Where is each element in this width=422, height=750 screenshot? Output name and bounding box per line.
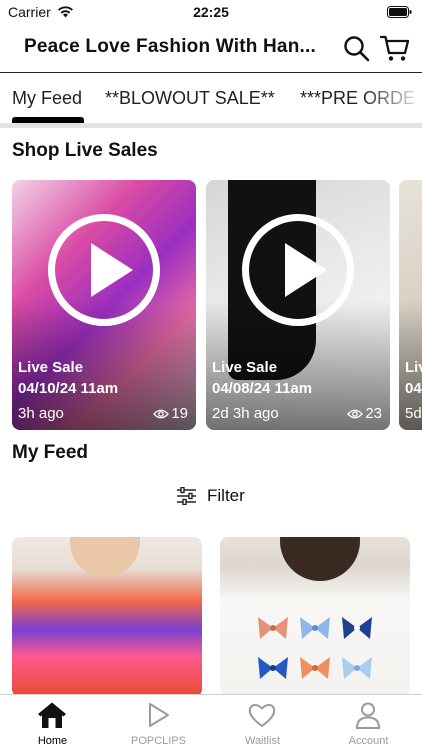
filter-button[interactable]: Filter (176, 486, 245, 506)
live-sales-heading: Shop Live Sales (12, 140, 158, 161)
product-card[interactable] (220, 537, 410, 697)
status-time: 22:25 (193, 4, 229, 20)
live-sale-card[interactable]: Liv 04/ 5d (399, 180, 422, 430)
view-count: 19 (153, 405, 188, 422)
play-icon[interactable] (48, 214, 160, 326)
tab-home-label: Home (37, 735, 68, 747)
tab-popclips-label: POPCLIPS (130, 735, 187, 747)
product-photo (280, 537, 360, 581)
bow-graphic (300, 617, 330, 639)
cart-icon[interactable] (380, 34, 410, 62)
live-sale-label: Live Sale (18, 359, 84, 376)
live-sale-ago: 3h ago (18, 405, 64, 422)
eye-icon (347, 409, 364, 418)
bow-graphic (258, 617, 288, 639)
tab-blowout-sale[interactable]: **BLOWOUT SALE** (105, 88, 275, 109)
view-count-value: 19 (171, 405, 188, 422)
product-card[interactable] (12, 537, 202, 697)
store-title: Peace Love Fashion With Han... (24, 36, 316, 57)
live-sale-date: 04/10/24 11am (18, 380, 119, 397)
live-sale-date: 04/08/24 11am (212, 380, 313, 397)
view-count: 23 (347, 405, 382, 422)
category-tabs: My Feed **BLOWOUT SALE** ***PRE ORDE (0, 73, 422, 123)
live-sale-ago: 5d (405, 405, 422, 422)
bottom-tab-bar: Home POPCLIPS Waitlist Account (0, 694, 422, 750)
tab-home[interactable]: Home (0, 695, 105, 750)
heart-icon (248, 704, 276, 727)
person-icon (356, 702, 380, 729)
tab-waitlist-label: Waitlist (244, 735, 281, 747)
status-bar: Carrier 22:25 (0, 0, 422, 26)
bow-graphic (300, 657, 330, 679)
tab-my-feed[interactable]: My Feed (12, 88, 82, 109)
live-sale-ago: 2d 3h ago (212, 405, 279, 422)
live-sale-label: Liv (405, 359, 422, 376)
live-sale-label: Live Sale (212, 359, 278, 376)
view-count-value: 23 (365, 405, 382, 422)
my-feed-heading: My Feed (12, 442, 89, 463)
tab-popclips[interactable]: POPCLIPS (106, 695, 211, 750)
tabs-divider (0, 123, 422, 128)
eye-icon (153, 409, 170, 418)
bow-graphic (258, 657, 288, 679)
search-icon[interactable] (343, 35, 370, 62)
product-photo (70, 537, 140, 577)
bow-graphic (342, 617, 372, 639)
battery-icon (387, 6, 412, 18)
tab-account[interactable]: Account (316, 695, 421, 750)
tab-account-label: Account (348, 735, 389, 747)
live-sale-card[interactable]: Live Sale 04/08/24 11am 2d 3h ago 23 (206, 180, 390, 430)
play-icon (149, 703, 169, 727)
play-icon[interactable] (242, 214, 354, 326)
app-header: Peace Love Fashion With Han... (0, 26, 422, 72)
live-sale-date: 04/ (405, 380, 422, 397)
bow-graphic (342, 657, 372, 679)
tab-waitlist[interactable]: Waitlist (210, 695, 315, 750)
tab-fade (362, 73, 422, 123)
filter-label: Filter (207, 486, 245, 505)
sliders-icon (177, 487, 196, 505)
home-icon (38, 702, 66, 728)
live-sale-card[interactable]: Live Sale 04/10/24 11am 3h ago 19 (12, 180, 196, 430)
